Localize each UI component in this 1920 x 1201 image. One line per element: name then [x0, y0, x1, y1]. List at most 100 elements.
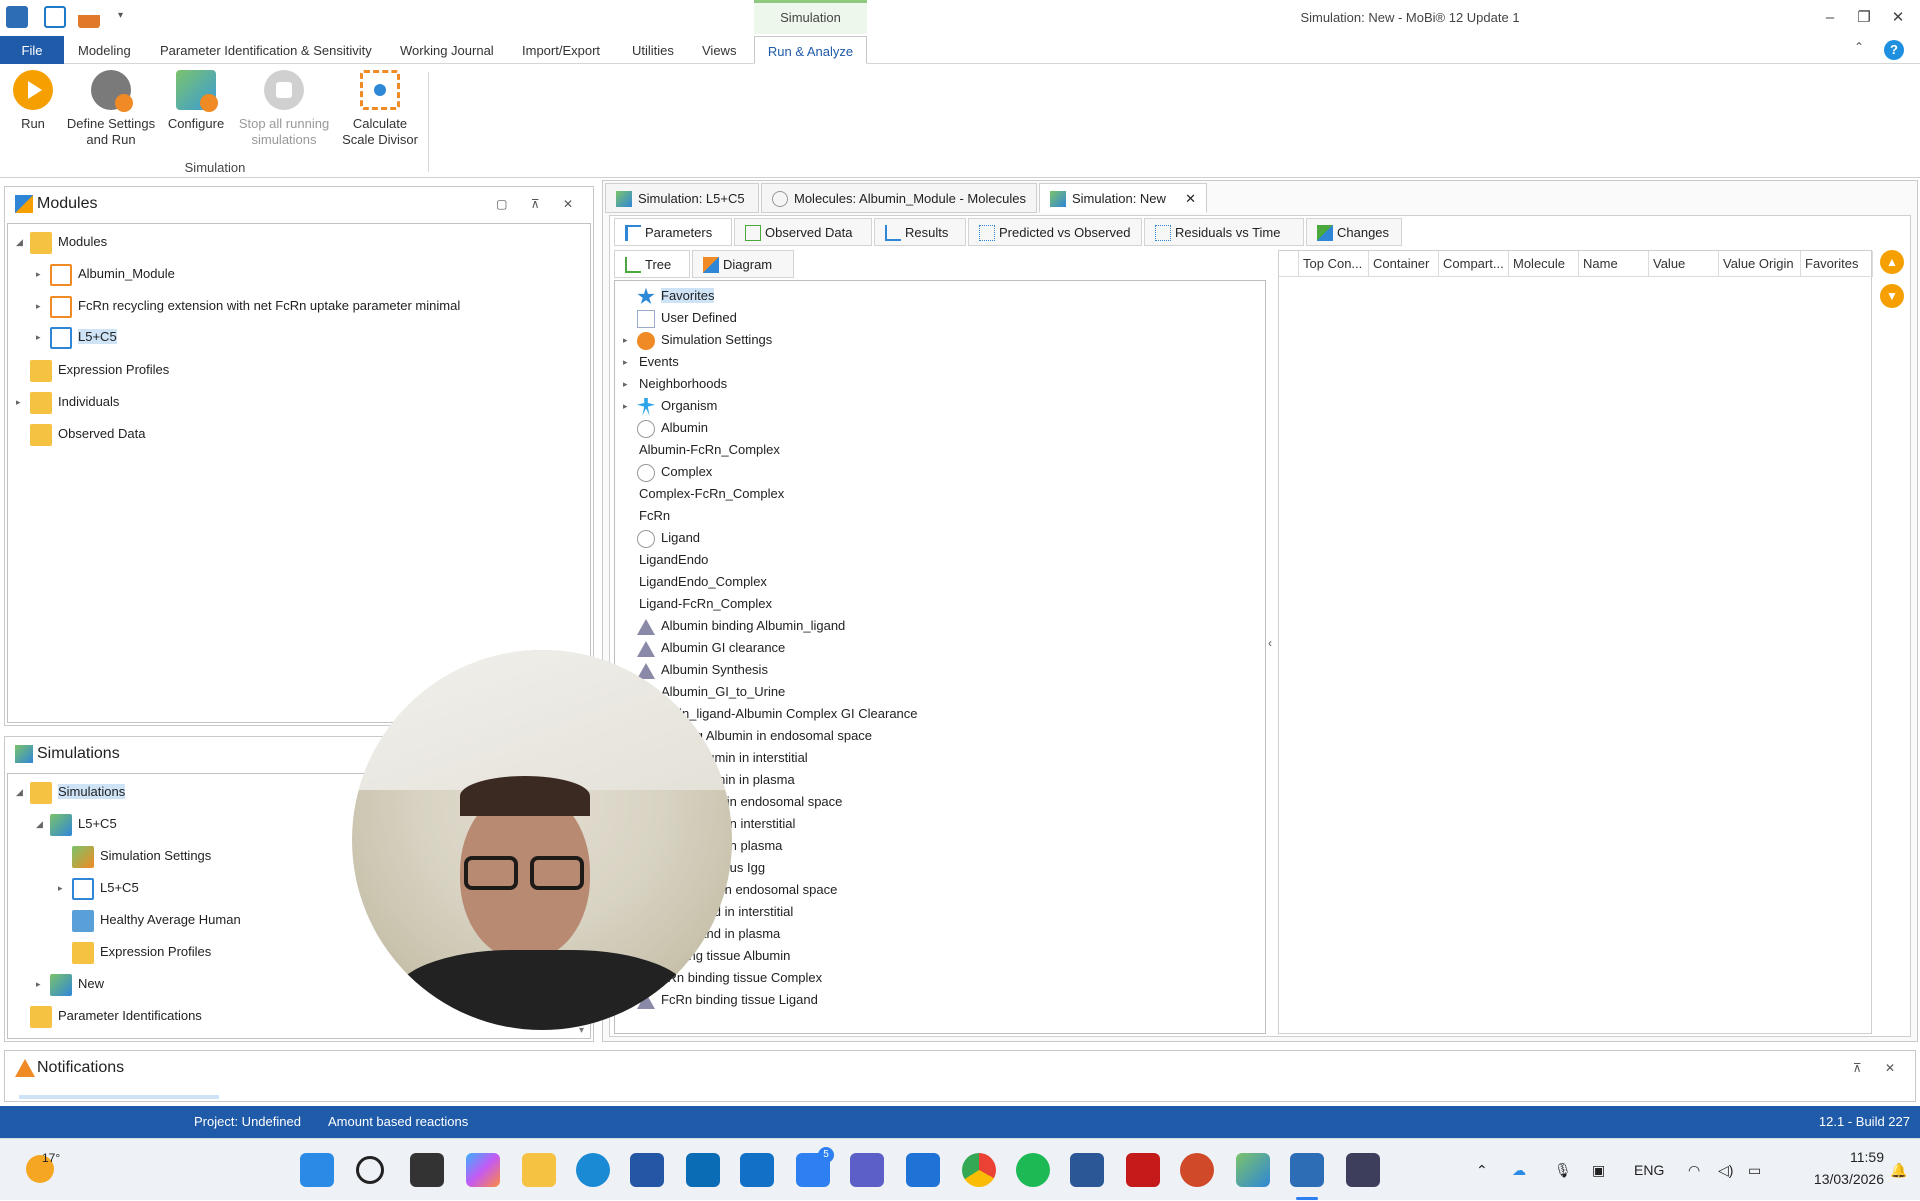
search-icon[interactable] — [356, 1156, 384, 1184]
onedrive-icon[interactable]: ☁ — [1512, 1139, 1526, 1201]
menu-run-analyze[interactable]: Run & Analyze — [754, 36, 867, 64]
volume-icon[interactable]: ◁) — [1718, 1139, 1733, 1201]
start-icon[interactable] — [300, 1153, 334, 1187]
word-icon[interactable] — [1070, 1153, 1104, 1187]
tree-item-l5c5[interactable]: L5+C5 — [50, 325, 117, 349]
microphone-icon[interactable]: 🎙 — [1554, 1139, 1572, 1201]
tree-item-fcrn-module[interactable]: FcRn recycling extension with net FcRn u… — [50, 294, 460, 318]
panel-controls[interactable]: ▢ ⊼ ✕ — [496, 187, 583, 221]
col-container[interactable]: Container — [1369, 251, 1439, 277]
param-tree-item[interactable]: Organism — [637, 395, 717, 417]
param-tree-item[interactable]: Complex-FcRn_Complex — [639, 483, 784, 505]
param-tree-item[interactable]: FcRn — [639, 505, 670, 527]
menu-utilities[interactable]: Utilities — [626, 36, 680, 64]
wifi-icon[interactable]: ◠ — [1688, 1139, 1700, 1201]
tree-item-simulation-new[interactable]: New — [50, 972, 104, 996]
app-icon[interactable] — [1346, 1153, 1380, 1187]
tree-item-parameter-identifications[interactable]: Parameter Identifications — [30, 1004, 202, 1028]
expand-arrow-icon[interactable]: ▸ — [36, 294, 41, 318]
col-top-container[interactable]: Top Con... — [1299, 251, 1369, 277]
param-tree-item[interactable]: Simulation Settings — [637, 329, 772, 351]
teams-icon[interactable] — [850, 1153, 884, 1187]
language-indicator[interactable]: ENG — [1634, 1139, 1664, 1201]
configure-button[interactable]: Configure — [164, 70, 228, 132]
stop-all-button[interactable]: Stop all running simulations — [234, 70, 334, 148]
save-icon[interactable] — [78, 6, 100, 28]
expand-arrow-icon[interactable]: ▸ — [58, 876, 63, 900]
tree-item-expression-profiles[interactable]: Expression Profiles — [72, 940, 211, 964]
param-tree-item[interactable]: LigandEndo_Complex — [639, 571, 767, 593]
calendar-icon[interactable] — [906, 1153, 940, 1187]
help-icon[interactable]: ? — [1884, 40, 1904, 60]
new-project-icon[interactable] — [44, 6, 66, 28]
close-tab-icon[interactable]: ✕ — [1185, 184, 1196, 214]
tree-item-simulation-settings[interactable]: Simulation Settings — [72, 844, 211, 868]
subtab-changes[interactable]: Changes — [1306, 218, 1402, 246]
menu-parameter-identification[interactable]: Parameter Identification & Sensitivity — [154, 36, 378, 64]
expand-arrow-icon[interactable]: ◢ — [16, 230, 23, 254]
col-favorites[interactable]: Favorites — [1801, 251, 1873, 277]
expand-arrow-icon[interactable]: ▸ — [36, 262, 41, 286]
expand-arrow-icon[interactable]: ▸ — [623, 394, 628, 418]
param-tree-item[interactable]: Albumin — [637, 417, 708, 439]
viewtab-tree[interactable]: Tree — [614, 250, 690, 278]
run-button[interactable]: Run — [8, 70, 58, 132]
param-tree-item[interactable]: Ligand — [637, 527, 700, 549]
subtab-observed-data[interactable]: Observed Data — [734, 218, 872, 246]
expand-arrow-icon[interactable]: ▸ — [36, 325, 41, 349]
doc-tab-simulation-new[interactable]: Simulation: New ✕ — [1039, 183, 1207, 213]
dell-icon[interactable] — [686, 1153, 720, 1187]
col-compartment[interactable]: Compart... — [1439, 251, 1509, 277]
splitter-collapse-icon[interactable]: ‹ — [1268, 636, 1272, 650]
tree-item-modules[interactable]: Modules — [30, 230, 107, 254]
subtab-results[interactable]: Results — [874, 218, 966, 246]
calculate-scale-divisor-button[interactable]: Calculate Scale Divisor — [340, 70, 420, 148]
menu-file[interactable]: File — [0, 36, 64, 64]
subtab-residuals-vs-time[interactable]: Residuals vs Time — [1144, 218, 1304, 246]
param-tree-item[interactable]: Ligand-FcRn_Complex — [639, 593, 772, 615]
tree-item-individuals[interactable]: Individuals — [30, 390, 119, 414]
menu-modeling[interactable]: Modeling — [72, 36, 137, 64]
tree-item-healthy-average-human[interactable]: Healthy Average Human — [72, 908, 241, 932]
param-tree-item[interactable]: Neighborhoods — [639, 373, 727, 395]
expand-arrow-icon[interactable]: ▸ — [623, 372, 628, 396]
col-value[interactable]: Value — [1649, 251, 1719, 277]
powerpoint-icon[interactable] — [1180, 1153, 1214, 1187]
menu-working-journal[interactable]: Working Journal — [394, 36, 500, 64]
param-tree-item[interactable]: Favorites — [637, 285, 715, 307]
param-tree-item[interactable]: Albumin binding Albumin_ligand — [637, 615, 845, 637]
tree-item-albumin-module[interactable]: Albumin_Module — [50, 262, 175, 286]
move-up-icon[interactable]: ▲ — [1880, 250, 1904, 274]
acrobat-icon[interactable] — [1126, 1153, 1160, 1187]
task-view-icon[interactable] — [410, 1153, 444, 1187]
edge-icon[interactable] — [576, 1153, 610, 1187]
expand-arrow-icon[interactable]: ▸ — [36, 972, 41, 996]
col-molecule[interactable]: Molecule — [1509, 251, 1579, 277]
param-tree-item[interactable]: Albumin-FcRn_Complex — [639, 439, 780, 461]
file-explorer-icon[interactable] — [522, 1153, 556, 1187]
close-button[interactable]: ✕ — [1876, 0, 1920, 36]
subtab-parameters[interactable]: Parameters — [614, 218, 732, 246]
subtab-predicted-vs-observed[interactable]: Predicted vs Observed — [968, 218, 1142, 246]
tray-chevron-icon[interactable]: ⌃ — [1476, 1139, 1488, 1201]
copilot-icon[interactable] — [466, 1153, 500, 1187]
mobi-icon[interactable] — [1290, 1153, 1324, 1187]
tree-item-simulation-l5c5[interactable]: L5+C5 — [50, 812, 117, 836]
notifications-bell-icon[interactable]: 🔔 — [1890, 1139, 1907, 1201]
doc-tab-molecules[interactable]: Molecules: Albumin_Module - Molecules — [761, 183, 1037, 213]
expand-arrow-icon[interactable]: ▸ — [16, 390, 21, 414]
expand-arrow-icon[interactable]: ▸ — [623, 328, 628, 352]
display-icon[interactable]: ▣ — [1592, 1139, 1605, 1201]
expand-arrow-icon[interactable]: ◢ — [36, 812, 43, 836]
doc-tab-simulation-l5c5[interactable]: Simulation: L5+C5 — [605, 183, 759, 213]
col-name[interactable]: Name — [1579, 251, 1649, 277]
store-icon[interactable] — [630, 1153, 664, 1187]
battery-icon[interactable]: ▭ — [1748, 1139, 1761, 1201]
outlook-icon[interactable] — [740, 1153, 774, 1187]
tree-item-expression-profiles[interactable]: Expression Profiles — [30, 358, 169, 382]
spotify-icon[interactable] — [1016, 1153, 1050, 1187]
quick-access-dropdown-icon[interactable]: ▾ — [118, 10, 123, 21]
panel-controls[interactable]: ⊼ ✕ — [1853, 1051, 1905, 1085]
expand-arrow-icon[interactable]: ◢ — [16, 780, 23, 804]
param-tree-item[interactable]: User Defined — [637, 307, 737, 329]
